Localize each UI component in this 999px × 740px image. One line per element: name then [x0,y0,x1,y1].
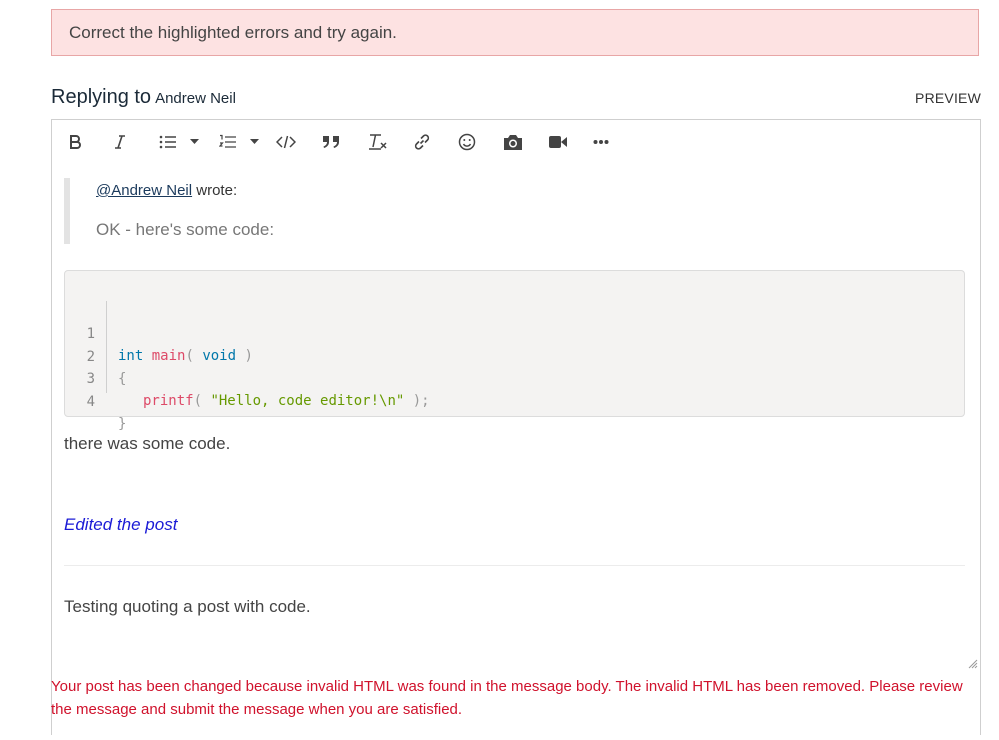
divider [64,565,965,566]
resize-handle-icon[interactable] [968,656,978,674]
reply-header: Replying to Andrew Neil PREVIEW [51,86,981,114]
error-alert-text: Correct the highlighted errors and try a… [69,22,397,42]
link-icon[interactable] [408,128,436,156]
new-reply-text: Testing quoting a post with code. [64,597,311,616]
emoji-icon[interactable] [453,128,481,156]
invalid-html-error: Your post has been changed because inval… [51,678,963,718]
error-alert: Correct the highlighted errors and try a… [51,9,979,56]
bulleted-list-icon[interactable] [154,128,182,156]
video-icon[interactable] [544,128,572,156]
italic-icon[interactable] [107,128,133,156]
clear-format-icon[interactable] [363,128,391,156]
quote-wrote: wrote: [192,182,238,199]
code-icon[interactable] [272,128,300,156]
code-line: 4 } [65,369,127,432]
line-number: 4 [86,394,95,410]
more-icon[interactable] [587,128,615,156]
numbered-list-icon[interactable] [214,128,242,156]
paragraph-after-code: there was some code. [64,434,231,453]
numbered-list-dropdown-icon[interactable] [246,128,262,156]
code-line: 3 printf( "Hello, code editor!\n" ); [65,346,430,409]
editor-toolbar [52,128,980,156]
quote-text: OK - here's some code: [96,220,275,239]
edited-note: Edited the post [64,515,178,534]
reply-author: Andrew Neil [155,90,236,107]
bulleted-list-dropdown-icon[interactable] [186,128,202,156]
reply-prefix: Replying to [51,86,152,108]
blockquote: @Andrew Neil wrote: OK - here's some cod… [64,178,950,244]
bold-icon[interactable] [62,128,88,156]
reply-title: Replying to Andrew Neil [51,86,236,109]
preview-button[interactable]: PREVIEW [915,90,981,106]
code-block: 1 int main( void ) 2 { 3 printf( "Hello,… [64,270,965,432]
code-line: 1 int main( void ) [65,301,253,364]
quote-icon[interactable] [317,128,345,156]
quote-attribution: @Andrew Neil wrote: [96,182,237,199]
camera-icon[interactable] [499,128,527,156]
code-line: 2 { [65,324,127,387]
message-editor[interactable]: @Andrew Neil wrote: OK - here's some cod… [51,119,981,735]
mention-link[interactable]: @Andrew Neil [96,182,192,199]
